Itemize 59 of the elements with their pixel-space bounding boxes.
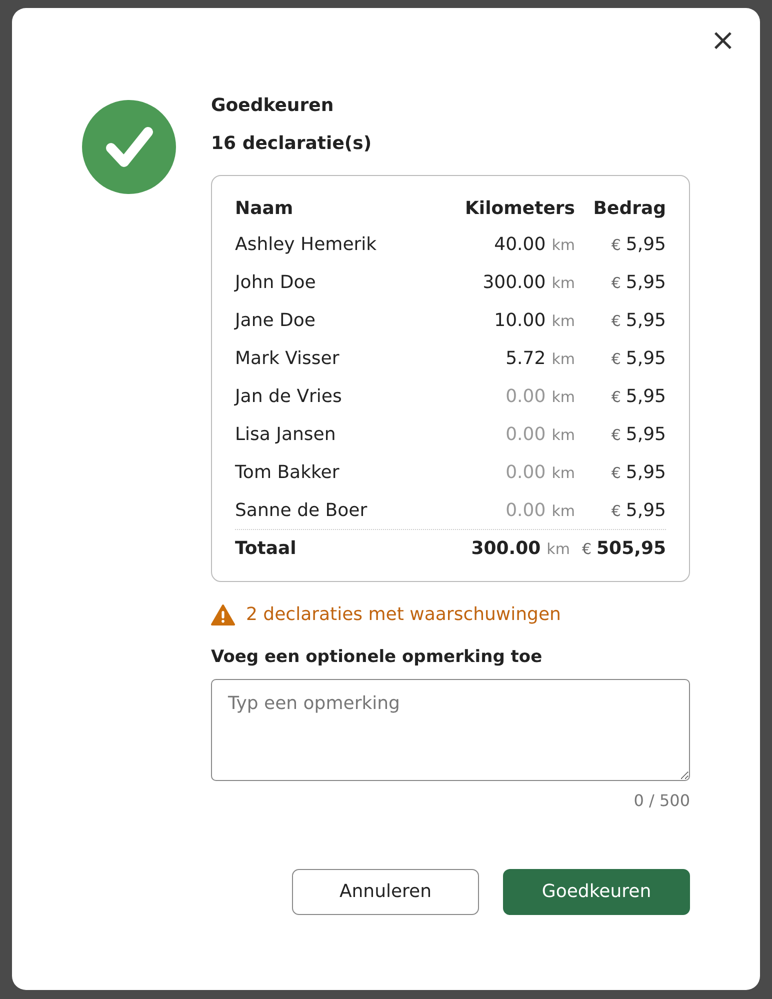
column-header: Bedrag [592, 196, 666, 220]
unit-label: km [552, 272, 575, 294]
amount-value: 5,95 [626, 422, 666, 446]
currency-symbol: € [611, 272, 621, 294]
distance-value: 300.00 [482, 270, 546, 294]
unit-label: km [552, 234, 575, 256]
currency-symbol: € [611, 234, 621, 256]
close-button[interactable]: × [708, 26, 738, 56]
currency-symbol: € [611, 500, 621, 522]
employee-name: Ashley Hemerik [235, 232, 378, 256]
distance-value: 10.00 [494, 308, 546, 332]
column-header: Kilometers [464, 196, 575, 220]
total-label: Totaal [235, 537, 298, 561]
claim-count: 16 declaratie(s) [211, 132, 373, 156]
currency-symbol: € [611, 348, 621, 370]
employee-name: Jane Doe [235, 308, 316, 332]
currency-symbol: € [611, 424, 621, 446]
amount-value: 5,95 [626, 384, 666, 408]
comment-label: Voeg een optionele opmerking toe [211, 646, 544, 669]
employee-name: Jan de Vries [235, 384, 343, 408]
unit-label: km [552, 386, 575, 408]
amount-value: 5,95 [626, 232, 666, 256]
cancel-button[interactable]: Annuleren [292, 868, 479, 914]
character-counter: 0 / 500 [634, 790, 690, 812]
warning-icon [211, 604, 235, 626]
distance-value: 300.00 [471, 537, 541, 561]
amount-value: 5,95 [626, 308, 666, 332]
unit-label: km [552, 500, 575, 522]
checkmark-icon [82, 100, 176, 194]
unit-label: km [552, 310, 575, 332]
approve-button[interactable]: Goedkeuren [503, 868, 690, 914]
warning-text: 2 declaraties met waarschuwingen [246, 603, 561, 627]
employee-name: Sanne de Boer [235, 498, 368, 522]
amount-value: 5,95 [626, 460, 666, 484]
distance-value: 0.00 [506, 422, 546, 446]
unit-label: km [546, 539, 570, 560]
comment-field[interactable]: Typ een opmerking [211, 678, 690, 780]
distance-value: 0.00 [506, 498, 546, 522]
dialog-title: Goedkeuren [211, 94, 335, 118]
unit-label: km [552, 462, 575, 484]
currency-symbol: € [611, 462, 621, 484]
currency-symbol: € [611, 386, 621, 408]
distance-value: 40.00 [494, 232, 546, 256]
distance-value: 5.72 [506, 346, 546, 370]
employee-name: John Doe [235, 270, 317, 294]
amount-value: 5,95 [626, 270, 666, 294]
currency-symbol: € [611, 310, 621, 332]
distance-value: 0.00 [506, 460, 546, 484]
amount-value: 505,95 [596, 537, 666, 561]
column-header: Naam [235, 196, 294, 220]
unit-label: km [552, 348, 575, 370]
currency-symbol: € [582, 539, 592, 560]
amount-value: 5,95 [626, 346, 666, 370]
employee-name: Lisa Jansen [235, 422, 337, 446]
unit-label: km [552, 424, 575, 446]
employee-name: Mark Visser [235, 346, 340, 370]
employee-name: Tom Bakker [235, 460, 340, 484]
distance-value: 0.00 [506, 384, 546, 408]
amount-value: 5,95 [626, 498, 666, 522]
